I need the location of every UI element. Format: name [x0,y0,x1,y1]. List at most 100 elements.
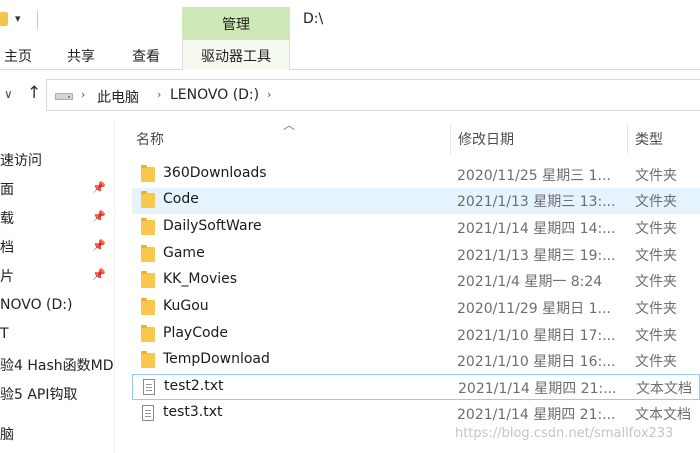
file-name: Game [163,245,205,261]
file-list: ︿ 名称 修改日期 类型 360Downloads 2020/11/25 星期三… [115,118,700,453]
folder-icon [141,191,155,208]
window-title: D:\ [303,11,324,27]
breadcrumb-separator-icon[interactable]: › [157,88,161,101]
nav-item-quick-access[interactable]: 速访问 [0,147,114,173]
file-type: 文件夹 [635,354,677,370]
file-name: test2.txt [164,378,224,394]
up-arrow-icon[interactable]: ↑ [27,83,41,103]
address-bar[interactable]: › 此电脑 › LENOVO (D:) › [46,79,700,111]
file-row[interactable]: KK_Movies 2021/1/4 星期一 8:24 文件夹 [132,268,700,294]
nav-item-hash-lab[interactable]: 验4 Hash函数MD [0,352,114,378]
file-date: 2021/1/10 星期日 16:... [457,354,616,370]
nav-item-downloads[interactable]: 载 📌 [0,205,114,231]
nav-item-label: 片 [0,269,14,285]
tab-drive-tools[interactable]: 驱动器工具 [182,40,290,70]
file-type: 文件夹 [635,194,677,210]
navigation-pane: 速访问 面 📌 载 📌 档 📌 片 📌 NOVO (D:) T 验4 Hash函… [0,120,114,453]
nav-item-desktop[interactable]: 面 📌 [0,176,114,202]
ribbon-tabs: 主页 共享 查看 驱动器工具 [0,40,700,70]
file-type: 文件夹 [635,301,677,317]
pin-icon: 📌 [92,268,106,281]
file-row[interactable]: KuGou 2020/11/29 星期日 1... 文件夹 [132,295,700,321]
file-row[interactable]: Code 2021/1/13 星期三 13:... 文件夹 [132,188,700,214]
column-header-type[interactable]: 类型 [635,120,663,156]
folder-icon [141,325,155,342]
file-name: PlayCode [163,325,229,341]
file-type: 文本文档 [636,381,692,397]
quick-access-dropdown-icon[interactable]: ▾ [15,12,21,25]
breadcrumb-separator-icon[interactable]: › [267,88,271,101]
folder-icon [141,271,155,288]
folder-icon [141,165,155,182]
file-date: 2021/1/13 星期三 19:... [457,248,616,264]
nav-item-label: 载 [0,211,14,227]
file-type: 文件夹 [635,328,677,344]
breadcrumb-this-pc[interactable]: 此电脑 [97,87,139,107]
file-name: Code [163,191,199,207]
folder-icon [141,351,155,368]
nav-item-drive-d[interactable]: NOVO (D:) [0,294,114,320]
text-file-icon [143,379,155,395]
file-row[interactable]: DailySoftWare 2021/1/14 星期四 14:... 文件夹 [132,215,700,241]
file-row[interactable]: TempDownload 2021/1/10 星期日 16:... 文件夹 [132,348,700,374]
file-name: 360Downloads [163,165,267,181]
file-row[interactable]: test2.txt 2021/1/14 星期四 21:... 文本文档 [132,374,700,400]
column-divider[interactable] [627,124,628,154]
nav-item-api-lab[interactable]: 验5 API钩取 [0,381,114,407]
file-name: DailySoftWare [163,218,262,234]
folder-icon [141,245,155,262]
pin-icon: 📌 [92,239,106,252]
file-name: test3.txt [163,404,223,420]
file-type: 文件夹 [635,168,677,184]
breadcrumb-drive[interactable]: LENOVO (D:) [170,87,259,103]
column-header-name[interactable]: 名称 [136,120,164,156]
manage-tab[interactable]: 管理 [182,14,290,34]
nav-item-label: T [0,326,9,342]
file-date: 2021/1/14 星期四 14:... [457,221,616,237]
file-row[interactable]: test3.txt 2021/1/14 星期四 21:... 文本文档 [132,401,700,427]
nav-item-label: NOVO (D:) [0,297,73,313]
file-date: 2021/1/14 星期四 21:... [458,381,617,397]
file-date: 2021/1/13 星期三 13:... [457,194,616,210]
tab-view[interactable]: 查看 [132,46,160,66]
folder-icon [0,12,8,26]
folder-icon [141,298,155,315]
file-date: 2020/11/29 星期日 1... [457,301,611,317]
column-header-date[interactable]: 修改日期 [458,120,514,156]
column-divider[interactable] [450,124,451,154]
nav-item-label: 速访问 [0,153,42,169]
watermark-text: https://blog.csdn.net/smallfox233 [455,426,674,441]
file-row[interactable]: 360Downloads 2020/11/25 星期三 1... 文件夹 [132,162,700,188]
recent-locations-chevron-icon[interactable]: ∨ [4,87,13,101]
title-bar: ▾ 管理 D:\ [0,0,700,40]
nav-item-documents[interactable]: 档 📌 [0,234,114,260]
file-name: TempDownload [163,351,270,367]
nav-item-label: 面 [0,182,14,198]
tab-home[interactable]: 主页 [4,46,32,66]
nav-item-label: 档 [0,240,14,256]
folder-icon [141,218,155,235]
file-date: 2020/11/25 星期三 1... [457,168,611,184]
nav-item-this-pc[interactable]: 脑 [0,421,114,447]
navigation-bar: ∨ ↑ › 此电脑 › LENOVO (D:) › [0,70,700,120]
file-date: 2021/1/14 星期四 21:... [457,407,616,423]
sort-ascending-icon: ︿ [283,118,296,132]
pin-icon: 📌 [92,181,106,194]
file-row[interactable]: Game 2021/1/13 星期三 19:... 文件夹 [132,242,700,268]
file-type: 文本文档 [635,407,691,423]
file-name: KK_Movies [163,271,238,287]
file-type: 文件夹 [635,274,677,290]
breadcrumb-separator-icon[interactable]: › [81,88,85,101]
nav-item-t[interactable]: T [0,323,114,349]
file-row[interactable]: PlayCode 2021/1/10 星期日 17:... 文件夹 [132,322,700,348]
tab-share[interactable]: 共享 [67,46,95,66]
file-type: 文件夹 [635,248,677,264]
file-date: 2021/1/10 星期日 17:... [457,328,616,344]
nav-item-label: 脑 [0,427,14,443]
pin-icon: 📌 [92,210,106,223]
nav-item-pictures[interactable]: 片 📌 [0,263,114,289]
nav-item-label: 验4 Hash函数MD [0,358,114,374]
drive-icon [55,93,73,100]
text-file-icon [142,405,154,421]
file-name: KuGou [163,298,209,314]
